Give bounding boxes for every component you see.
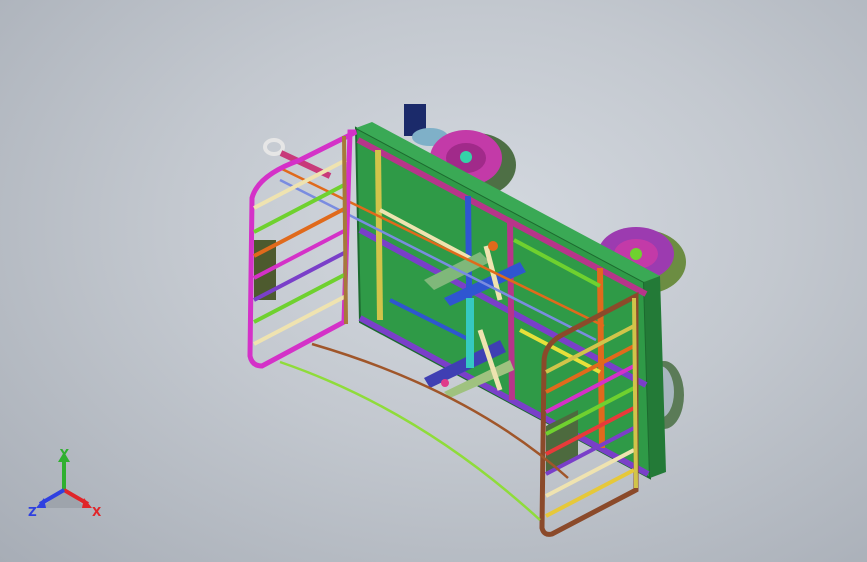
x-axis-label: X (92, 505, 102, 519)
left-gate (247, 129, 358, 369)
y-axis-label: Y (59, 448, 69, 461)
cart-assembly-model[interactable] (0, 0, 867, 562)
cad-viewport[interactable]: Y X Z (0, 0, 867, 562)
z-axis-label: Z (28, 505, 37, 519)
coordinate-triad: Y X Z (28, 448, 102, 519)
